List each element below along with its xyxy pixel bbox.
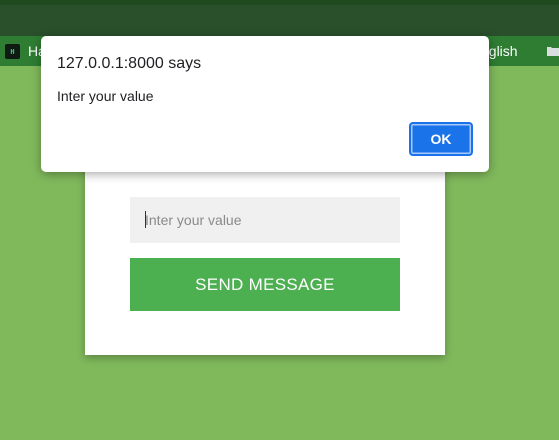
folder-icon[interactable] (547, 46, 559, 56)
value-input[interactable] (130, 197, 400, 243)
browser-toolbar (0, 5, 559, 36)
ok-button[interactable]: OK (409, 122, 473, 156)
form-card: SEND MESSAGE (85, 150, 445, 355)
alert-dialog: 127.0.0.1:8000 says Inter your value OK (41, 36, 489, 172)
site-favicon-icon: H (5, 44, 20, 59)
send-message-button[interactable]: SEND MESSAGE (130, 258, 400, 311)
dialog-message: Inter your value (57, 88, 154, 104)
dialog-title: 127.0.0.1:8000 says (57, 55, 202, 72)
favicon-letter: H (10, 47, 15, 56)
text-caret (145, 211, 146, 228)
